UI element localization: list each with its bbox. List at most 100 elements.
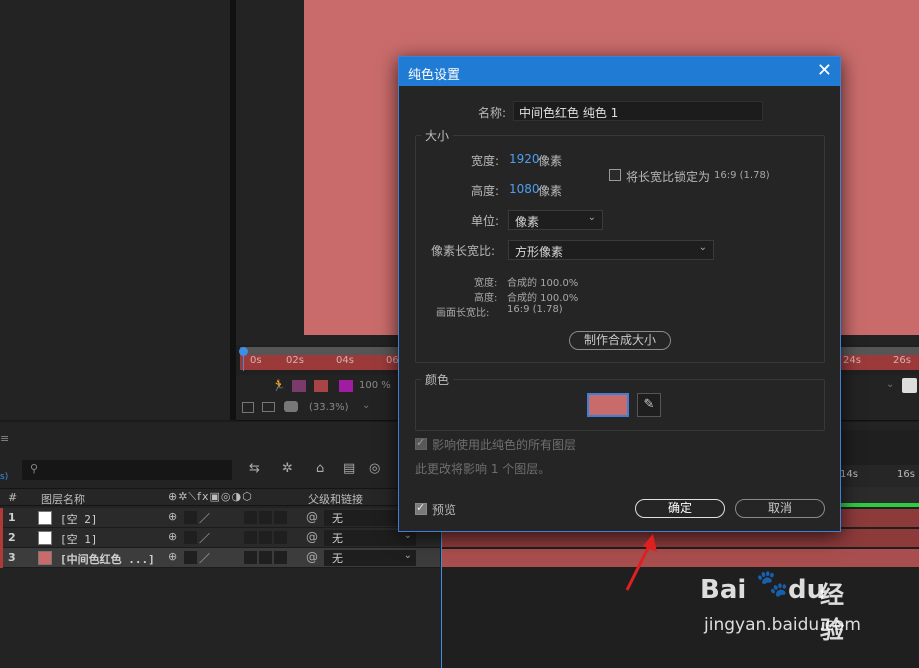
- time-tick: 26s: [893, 355, 911, 366]
- affect-all-checkbox: [415, 436, 427, 450]
- name-value: 中间色红色 纯色 1: [519, 106, 619, 120]
- frame-blend-toggle-icon[interactable]: ▤: [343, 461, 355, 476]
- height-label: 高度:: [471, 184, 500, 198]
- quality-switch-icon[interactable]: ／: [199, 550, 210, 566]
- label-color[interactable]: [0, 548, 3, 568]
- parent-select[interactable]: 无 ⌄: [324, 550, 416, 566]
- dialog-title-bar[interactable]: 纯色设置: [399, 57, 840, 86]
- snapshot-icon[interactable]: [242, 402, 254, 413]
- layer-row[interactable]: 2 [空 1] ⊕ ／ @ 无 ⌄: [0, 528, 440, 548]
- switch-box[interactable]: [244, 511, 257, 524]
- preview-label[interactable]: 预览: [432, 501, 456, 518]
- watermark-url: jingyan.baidu.com: [704, 615, 861, 635]
- project-panel: [0, 0, 230, 420]
- pickwhip-icon[interactable]: @: [306, 530, 318, 544]
- resolution-percent[interactable]: 100 %: [359, 380, 391, 391]
- unit-value: 像素: [515, 215, 540, 229]
- name-field[interactable]: 中间色红色 纯色 1: [513, 101, 763, 121]
- pixel-aspect-label: 像素长宽比:: [431, 244, 496, 258]
- pixel-aspect-value: 方形像素: [515, 245, 564, 259]
- chevron-down-icon[interactable]: ⌄: [886, 379, 894, 390]
- shy-layers-icon[interactable]: ⌂: [316, 461, 324, 476]
- height-unit: 像素: [538, 184, 563, 198]
- switch-box[interactable]: [274, 511, 287, 524]
- pixel-aspect-select[interactable]: 方形像素 ⌄: [508, 240, 714, 260]
- make-comp-size-label: 制作合成大小: [583, 333, 656, 347]
- switch-box[interactable]: [184, 531, 197, 544]
- column-number: #: [8, 491, 18, 504]
- width-label: 宽度:: [471, 154, 500, 168]
- parent-value: 无: [332, 512, 343, 525]
- draft-3d-toggle-icon[interactable]: ✲: [282, 461, 293, 476]
- preview-checkbox[interactable]: [415, 501, 427, 515]
- layer-name[interactable]: [空 2]: [60, 511, 98, 527]
- menu-icon[interactable]: ≡: [0, 432, 9, 445]
- zoom-select[interactable]: (33.3%): [309, 402, 349, 413]
- height-value[interactable]: 1080: [509, 182, 540, 196]
- parent-value: 无: [332, 552, 343, 565]
- cancel-button[interactable]: 取消: [735, 499, 825, 518]
- shy-switch-icon[interactable]: ⊕: [168, 550, 177, 563]
- lock-ratio-label[interactable]: 将长宽比锁定为: [626, 168, 710, 185]
- layer-bar[interactable]: [441, 549, 919, 567]
- layer-row[interactable]: 3 [中间色红色 ...] ⊕ ／ @ 无 ⌄: [0, 548, 440, 568]
- parent-select[interactable]: 无 ⌄: [324, 530, 416, 546]
- label-color[interactable]: [0, 508, 3, 528]
- shy-switch-icon[interactable]: ⊕: [168, 530, 177, 543]
- close-icon[interactable]: ✕: [817, 61, 832, 81]
- width-value[interactable]: 1920: [509, 152, 540, 166]
- lock-ratio-checkbox[interactable]: [609, 169, 621, 181]
- info-height-label: 高度:: [474, 293, 498, 304]
- draft-3d-icon[interactable]: [339, 380, 353, 392]
- motion-blur-icon[interactable]: [292, 380, 306, 392]
- column-layer-name[interactable]: 图层名称: [41, 491, 85, 507]
- layer-name[interactable]: [空 1]: [60, 531, 98, 547]
- layer-row[interactable]: 1 [空 2] ⊕ ／ @ 无: [0, 508, 440, 528]
- column-parent[interactable]: 父级和链接: [308, 491, 363, 507]
- switch-box[interactable]: [259, 531, 272, 544]
- eyedropper-icon[interactable]: ✎: [637, 393, 661, 417]
- layer-swatch: [38, 511, 52, 525]
- monitor-icon[interactable]: [262, 402, 275, 412]
- quality-switch-icon[interactable]: ／: [199, 530, 210, 546]
- chevron-down-icon[interactable]: ⌄: [362, 400, 370, 411]
- unit-select[interactable]: 像素 ⌄: [508, 210, 603, 230]
- pickwhip-icon[interactable]: @: [306, 510, 318, 524]
- frame-blend-icon[interactable]: [314, 380, 328, 392]
- switch-box[interactable]: [274, 531, 287, 544]
- watermark-brand: Bai: [700, 575, 747, 605]
- ok-button[interactable]: 确定: [635, 499, 725, 518]
- layer-search-input[interactable]: ⚲: [22, 460, 232, 480]
- chevron-down-icon: ⌄: [587, 212, 596, 223]
- shy-switch-icon[interactable]: ⊕: [168, 510, 177, 523]
- info-width-value: 合成的 100.0%: [507, 278, 579, 289]
- affect-all-label: 影响使用此纯色的所有图层: [432, 438, 577, 452]
- time-tick: 04s: [336, 355, 354, 366]
- motion-blur-toggle-icon[interactable]: ◎: [369, 461, 380, 476]
- switch-box[interactable]: [244, 531, 257, 544]
- layer-name[interactable]: [中间色红色 ...]: [60, 551, 155, 567]
- baidu-watermark: Bai 🐾 du 经验 jingyan.baidu.com: [700, 569, 861, 644]
- info-frame-label: 画面长宽比:: [436, 308, 490, 319]
- color-swatch[interactable]: [587, 393, 629, 417]
- quality-switch-icon[interactable]: ／: [199, 510, 210, 526]
- switch-box[interactable]: [259, 551, 272, 564]
- layer-column-header: # 图层名称 ⊕✲⟍fx▣◎◑⬡ 父级和链接: [0, 488, 440, 506]
- layer-number: 3: [8, 551, 16, 564]
- switch-box[interactable]: [274, 551, 287, 564]
- info-height-value: 合成的 100.0%: [507, 293, 579, 304]
- switch-box[interactable]: [259, 511, 272, 524]
- time-unit-label: s): [0, 472, 9, 482]
- checkbox-icon[interactable]: [902, 378, 917, 393]
- switch-box[interactable]: [184, 511, 197, 524]
- time-tick: 02s: [286, 355, 304, 366]
- mask-icon[interactable]: [284, 401, 298, 412]
- info-width-label: 宽度:: [474, 278, 498, 289]
- switch-box[interactable]: [184, 551, 197, 564]
- pickwhip-icon[interactable]: @: [306, 550, 318, 564]
- comp-flowchart-icon[interactable]: ⇆: [249, 461, 260, 476]
- make-comp-size-button[interactable]: 制作合成大小: [569, 331, 671, 350]
- switch-box[interactable]: [244, 551, 257, 564]
- runner-icon[interactable]: 🏃: [272, 379, 286, 392]
- label-color[interactable]: [0, 528, 3, 548]
